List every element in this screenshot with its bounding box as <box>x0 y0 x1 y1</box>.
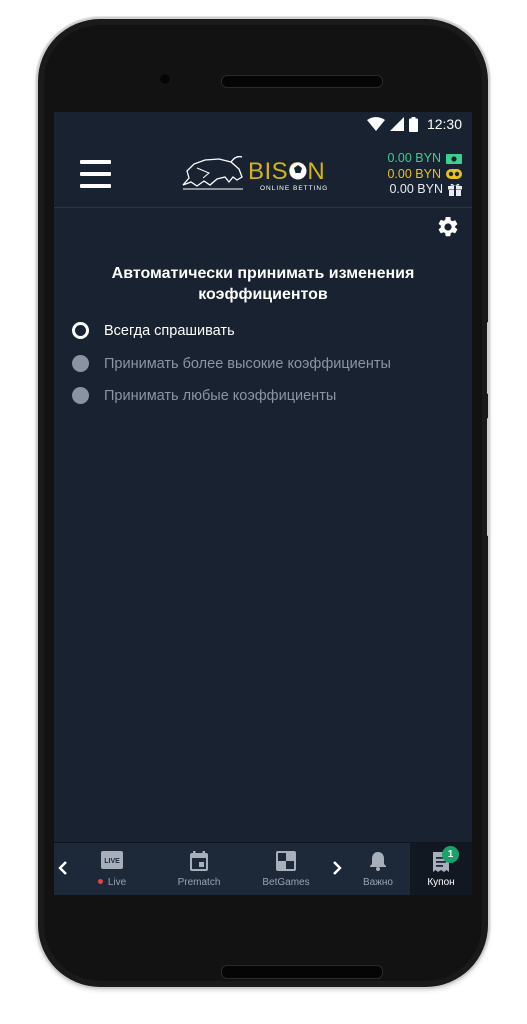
nav-prematch[interactable]: Prematch <box>168 843 230 895</box>
battery-icon <box>408 116 418 132</box>
status-bar: 12:30 <box>54 112 472 136</box>
cash-balance: 0.00 BYN <box>387 151 462 167</box>
option-accept-any[interactable]: Принимать любые коэффициенты <box>72 387 336 404</box>
bonus-balance: 0.00 BYN <box>387 167 462 183</box>
option-label: Принимать более высокие коэффициенты <box>104 355 391 372</box>
option-label: Всегда спрашивать <box>104 322 235 339</box>
live-icon: LIVE <box>101 851 123 869</box>
cash-balance-value: 0.00 BYN <box>387 151 441 165</box>
cash-icon <box>446 153 462 164</box>
nav-coupon[interactable]: 1 Купон <box>410 843 472 895</box>
logo-subtitle: ONLINE BETTING <box>260 185 328 192</box>
nav-important[interactable]: Важно <box>347 843 409 895</box>
option-always-ask[interactable]: Всегда спрашивать <box>72 322 235 339</box>
bonus-icon <box>446 169 462 180</box>
logo-wordmark: BISON <box>248 158 325 185</box>
bison-logo[interactable]: BISON ONLINE BETTING <box>179 151 329 193</box>
app-header: BISON ONLINE BETTING 0.00 BYN 0.00 BYN 0… <box>54 136 472 208</box>
bell-icon <box>370 852 386 871</box>
nav-live[interactable]: LIVE Live <box>81 843 143 895</box>
gift-balance-value: 0.00 BYN <box>389 182 443 196</box>
nav-label: Prematch <box>177 877 221 888</box>
svg-text:LIVE: LIVE <box>104 858 120 865</box>
signal-icon <box>389 117 404 131</box>
live-indicator-dot <box>97 878 103 884</box>
bottom-speaker <box>221 965 383 979</box>
coupon-count-badge: 1 <box>442 846 459 863</box>
clock: 12:30 <box>426 116 462 132</box>
gift-balance: 0.00 BYN <box>387 182 462 198</box>
nav-label: Купон <box>427 877 455 888</box>
radio-selected[interactable] <box>72 322 89 339</box>
front-camera <box>159 73 171 85</box>
option-label: Принимать любые коэффициенты <box>104 387 337 404</box>
nav-label: BetGames <box>262 877 310 888</box>
wifi-icon <box>366 117 385 131</box>
earpiece-speaker <box>221 75 383 88</box>
nav-betgames[interactable]: BetGames <box>255 843 317 895</box>
bottom-navigation: LIVE Live Prematch BetGames Важно 1 Купо… <box>54 842 472 895</box>
calendar-icon <box>190 851 208 871</box>
radio-unselected[interactable] <box>72 387 89 404</box>
settings-gear-icon[interactable] <box>436 215 460 239</box>
nav-label: Важно <box>362 877 393 888</box>
volume-button[interactable] <box>487 418 490 536</box>
radio-unselected[interactable] <box>72 355 89 372</box>
menu-icon[interactable] <box>80 160 111 188</box>
balance-panel[interactable]: 0.00 BYN 0.00 BYN 0.00 BYN <box>387 151 462 198</box>
betgames-icon <box>276 851 296 871</box>
bonus-balance-value: 0.00 BYN <box>387 166 441 181</box>
option-accept-higher[interactable]: Принимать более высокие коэффициенты <box>72 355 391 372</box>
gift-icon <box>448 184 462 197</box>
power-button[interactable] <box>487 322 490 394</box>
odds-change-title: Автоматически принимать изменения коэффи… <box>111 265 415 303</box>
app-screen: 12:30 BISON ONLINE BETTING 0.00 BYN 0.00… <box>54 112 472 895</box>
nav-right-arrow-icon[interactable] <box>331 859 343 877</box>
nav-label: Live <box>107 877 127 888</box>
nav-left-arrow-icon[interactable] <box>57 859 69 877</box>
